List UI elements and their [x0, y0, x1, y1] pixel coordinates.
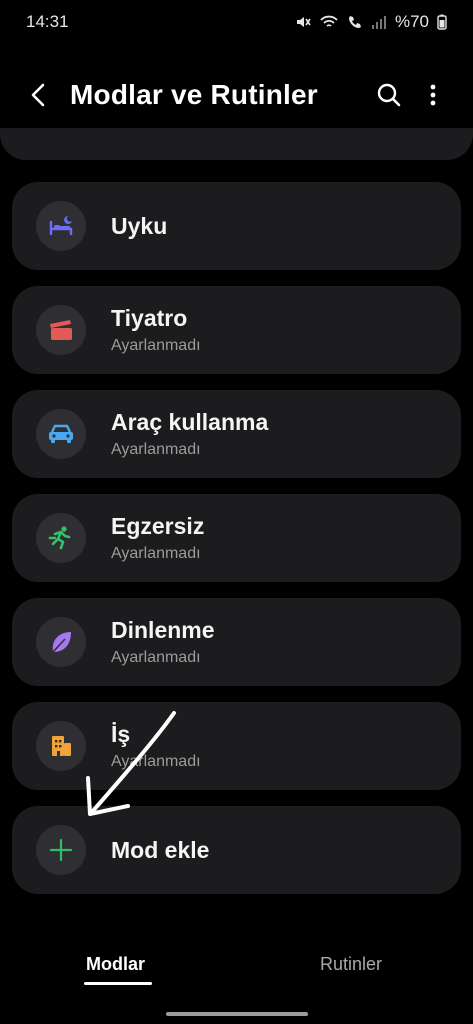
mode-icon-wrap [36, 409, 86, 459]
scrolled-card-edge[interactable] [0, 128, 473, 160]
page-title: Modlar ve Rutinler [70, 79, 318, 110]
mode-status: Ayarlanmadı [111, 441, 201, 458]
mode-icon-wrap [36, 513, 86, 563]
add-mode-button[interactable]: Mod ekle [12, 806, 461, 894]
search-button[interactable] [367, 73, 411, 117]
tab-modlar[interactable]: Modlar [86, 954, 145, 975]
mode-name: Tiyatro [111, 305, 188, 331]
mode-status: Ayarlanmadı [111, 649, 201, 666]
add-icon-wrap [36, 825, 86, 875]
call-icon [348, 16, 361, 28]
signal-icon [371, 16, 386, 29]
mode-status: Ayarlanmadı [111, 337, 201, 354]
wifi-call-icon [320, 15, 338, 27]
home-indicator [166, 1012, 308, 1016]
mode-icon-wrap [36, 721, 86, 771]
mode-icon-wrap [36, 617, 86, 667]
clapperboard-icon [50, 320, 72, 340]
mode-status: Ayarlanmadı [111, 545, 201, 562]
mute-icon [296, 17, 311, 27]
plus-icon [49, 838, 73, 862]
status-bar: 14:31 %70 [0, 0, 473, 44]
battery-percent: %70 [394, 12, 429, 31]
mode-icon-wrap [36, 201, 86, 251]
search-icon [377, 83, 401, 107]
mode-card-is[interactable]: İş Ayarlanmadı [12, 702, 461, 790]
mode-card-arac-kullanma[interactable]: Araç kullanma Ayarlanmadı [12, 390, 461, 478]
back-arrow-icon [31, 83, 45, 107]
mode-status: Ayarlanmadı [111, 753, 201, 770]
car-icon [49, 424, 73, 443]
mode-icon-wrap [36, 305, 86, 355]
mode-name: Dinlenme [111, 617, 215, 643]
mode-card-dinlenme[interactable]: Dinlenme Ayarlanmadı [12, 598, 461, 686]
more-options-button[interactable] [411, 73, 455, 117]
mode-card-uyku[interactable]: Uyku [12, 182, 461, 270]
bed-icon [49, 216, 73, 236]
running-icon [48, 526, 71, 550]
mode-card-tiyatro[interactable]: Tiyatro Ayarlanmadı [12, 286, 461, 374]
mode-name: Araç kullanma [111, 409, 269, 435]
mode-name: İş [111, 721, 131, 747]
more-vert-icon [430, 84, 436, 106]
back-button[interactable] [18, 75, 58, 115]
battery-icon [437, 14, 447, 30]
tab-rutinler[interactable]: Rutinler [320, 954, 382, 975]
active-tab-indicator [84, 982, 152, 985]
mode-name: Uyku [111, 212, 168, 239]
leaf-icon [52, 632, 71, 653]
building-icon [52, 736, 71, 756]
status-icons: %70 [295, 12, 447, 32]
bottom-nav: Modlar Rutinler [0, 940, 473, 990]
mode-card-egzersiz[interactable]: Egzersiz Ayarlanmadı [12, 494, 461, 582]
status-time: 14:31 [26, 12, 69, 31]
app-bar: Modlar ve Rutinler [0, 66, 473, 124]
add-mode-label: Mod ekle [111, 836, 210, 863]
mode-name: Egzersiz [111, 513, 205, 539]
